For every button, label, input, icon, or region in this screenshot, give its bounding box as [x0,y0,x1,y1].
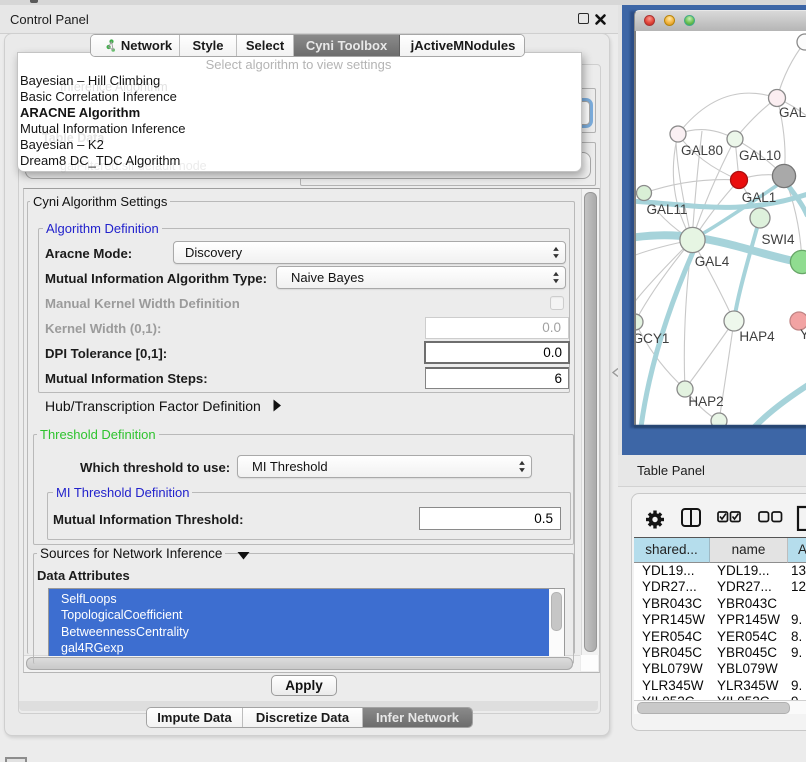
svg-text:GAL4: GAL4 [695,254,730,269]
svg-text:Y: Y [800,327,806,342]
svg-text:GCY1: GCY1 [636,331,669,346]
svg-text:HAP4: HAP4 [739,329,775,344]
svg-text:GAL10: GAL10 [739,148,781,163]
svg-text:GAL11: GAL11 [646,202,687,217]
svg-text:GAL1: GAL1 [742,190,777,205]
svg-text:GAL7: GAL7 [779,105,806,120]
svg-text:HAP2: HAP2 [688,394,723,409]
svg-text:GAL80: GAL80 [681,143,723,158]
svg-text:SWI4: SWI4 [761,232,794,247]
